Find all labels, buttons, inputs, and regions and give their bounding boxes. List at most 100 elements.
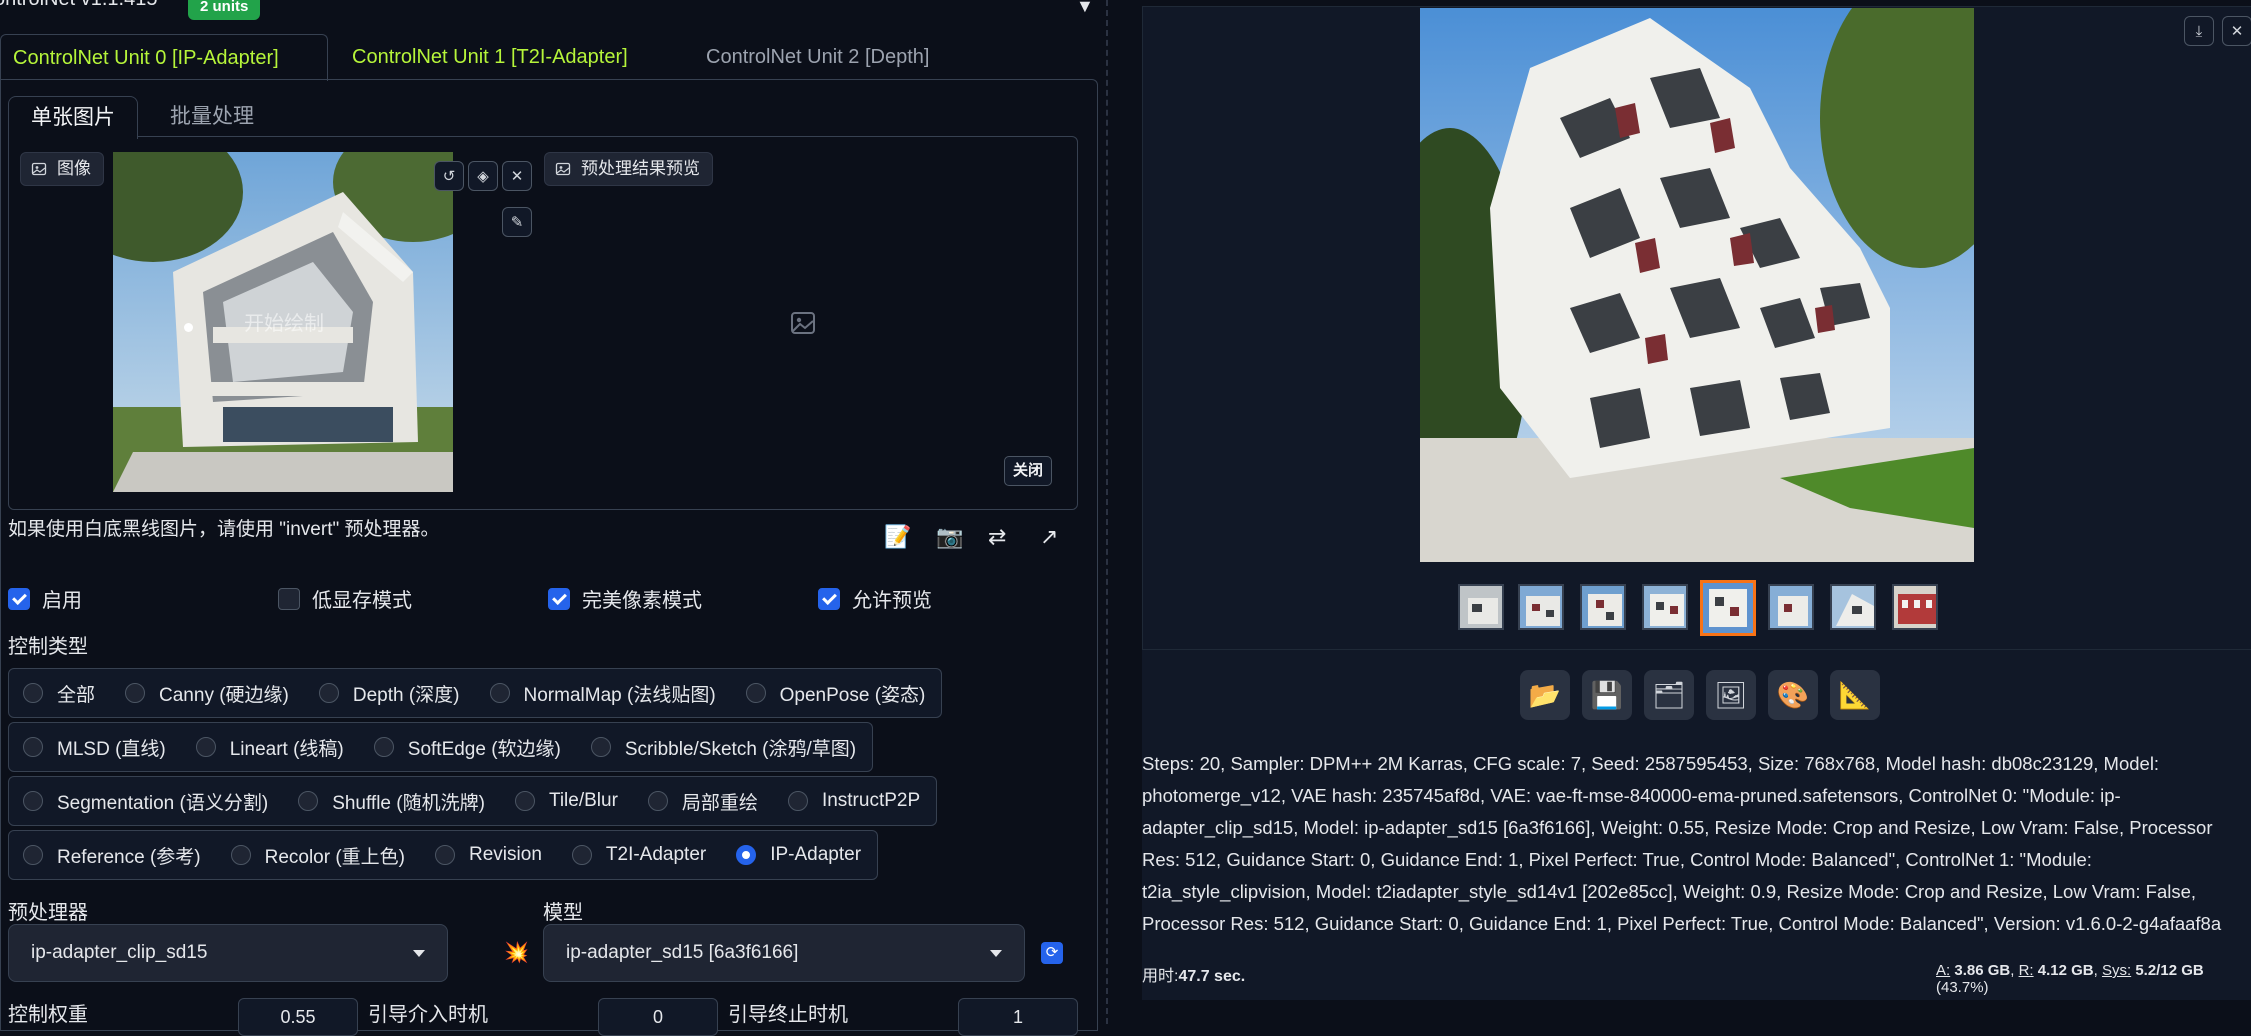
tab-unit-2[interactable]: ControlNet Unit 2 [Depth] <box>694 34 941 80</box>
allow-preview-checkbox[interactable]: 允许预览 <box>818 584 932 613</box>
pixel-perfect-checkbox[interactable]: 完美像素模式 <box>548 584 702 613</box>
radio-softedge[interactable]: SoftEdge (软边缘) <box>359 722 578 772</box>
radio-dot[interactable] <box>435 845 456 865</box>
swap-icon[interactable]: ⇄ <box>988 524 1006 550</box>
control-weight-input[interactable]: 0.55 <box>238 998 358 1036</box>
guidance-start-input[interactable]: 0 <box>598 998 718 1036</box>
radio-ip-adapter[interactable]: IP-Adapter <box>722 830 879 880</box>
radio-dot[interactable] <box>230 845 251 865</box>
radio-inpaint[interactable]: 局部重绘 <box>633 776 775 826</box>
thumbnail[interactable] <box>1768 584 1814 630</box>
radio-shuffle[interactable]: Shuffle (随机洗牌) <box>284 776 502 826</box>
radio-normalmap[interactable]: NormalMap (法线贴图) <box>475 668 733 718</box>
brush-cursor <box>184 323 193 332</box>
send-to-inpaint-icon[interactable]: 🎨 <box>1768 670 1818 720</box>
send-to-img2img-icon[interactable]: 🖼 <box>1706 670 1756 720</box>
radio-dot[interactable] <box>590 737 611 757</box>
control-type-row-2: MLSD (直线) Lineart (线稿) SoftEdge (软边缘) Sc… <box>8 722 874 772</box>
extension-title: ontrolNet v1.1.415 <box>0 0 157 11</box>
run-preprocessor-icon[interactable]: 💥 <box>504 940 529 965</box>
radio-dot[interactable] <box>125 683 146 703</box>
camera-icon[interactable]: 📷 <box>936 524 963 550</box>
tab-single-image[interactable]: 单张图片 <box>8 96 138 139</box>
radio-dot[interactable] <box>489 683 510 703</box>
checkbox-box[interactable] <box>278 587 300 610</box>
chevron-down-icon <box>990 949 1002 957</box>
radio-instructp2p[interactable]: InstructP2P <box>773 776 938 826</box>
thumbnail[interactable] <box>1642 584 1688 630</box>
radio-dot[interactable] <box>318 683 339 703</box>
checkbox-box[interactable] <box>818 587 840 610</box>
radio-openpose[interactable]: OpenPose (姿态) <box>731 668 943 718</box>
image-icon <box>31 162 47 176</box>
preview-label: 预处理结果预览 <box>581 159 700 178</box>
radio-label: Canny (硬边缘) <box>159 684 289 706</box>
checkbox-label: 允许预览 <box>852 590 932 612</box>
radio-label: Reference (参考) <box>57 846 201 868</box>
radio-label: T2I-Adapter <box>605 844 707 865</box>
collapse-arrow-icon[interactable]: ▼ <box>1076 0 1094 17</box>
enable-checkbox[interactable]: 启用 <box>8 584 82 613</box>
radio-reference[interactable]: Reference (参考) <box>8 830 218 880</box>
brush-icon[interactable]: ✎ <box>502 207 532 237</box>
tab-unit-1[interactable]: ControlNet Unit 1 [T2I-Adapter] <box>340 34 640 80</box>
send-to-extras-icon[interactable]: 📐 <box>1830 670 1880 720</box>
radio-revision[interactable]: Revision <box>421 830 559 880</box>
output-image[interactable] <box>1420 8 1974 562</box>
new-canvas-icon[interactable]: 📝 <box>884 524 911 550</box>
low-vram-checkbox[interactable]: 低显存模式 <box>278 584 412 613</box>
download-icon[interactable]: ⤓ <box>2184 16 2214 46</box>
guidance-end-input[interactable]: 1 <box>958 998 1078 1036</box>
thumbnail[interactable] <box>1830 584 1876 630</box>
radio-dot[interactable] <box>373 737 394 757</box>
thumbnail-selected[interactable] <box>1700 580 1756 636</box>
undo-icon[interactable]: ↺ <box>434 161 464 191</box>
radio-scribble[interactable]: Scribble/Sketch (涂鸦/草图) <box>576 722 874 772</box>
radio-dot[interactable] <box>514 791 535 811</box>
close-icon[interactable]: ✕ <box>502 161 532 191</box>
radio-all[interactable]: 全部 <box>8 668 113 718</box>
preprocessor-select[interactable]: ip-adapter_clip_sd15 <box>8 924 448 982</box>
checkbox-box[interactable] <box>8 587 30 610</box>
radio-dot[interactable] <box>23 791 43 811</box>
open-folder-icon[interactable]: 📂 <box>1520 670 1570 720</box>
thumbnail[interactable] <box>1892 584 1938 630</box>
radio-dot[interactable] <box>745 683 766 703</box>
radio-dot[interactable] <box>23 845 43 865</box>
radio-dot[interactable] <box>195 737 216 757</box>
save-icon[interactable]: 💾 <box>1582 670 1632 720</box>
zip-icon[interactable]: 🗂 <box>1644 670 1694 720</box>
radio-label: Tile/Blur <box>548 790 618 811</box>
radio-recolor[interactable]: Recolor (重上色) <box>216 830 423 880</box>
thumbnail[interactable] <box>1580 584 1626 630</box>
radio-depth[interactable]: Depth (深度) <box>304 668 477 718</box>
radio-dot[interactable] <box>298 791 319 811</box>
radio-lineart[interactable]: Lineart (线稿) <box>181 722 361 772</box>
close-icon[interactable]: ✕ <box>2222 16 2251 46</box>
radio-mlsd[interactable]: MLSD (直线) <box>8 722 183 772</box>
radio-t2i-adapter[interactable]: T2I-Adapter <box>557 830 724 880</box>
radio-dot[interactable] <box>647 791 668 811</box>
tab-batch[interactable]: 批量处理 <box>148 96 276 138</box>
radio-dot-selected[interactable] <box>736 845 757 865</box>
radio-canny[interactable]: Canny (硬边缘) <box>111 668 306 718</box>
radio-tile-blur[interactable]: Tile/Blur <box>500 776 635 826</box>
image-label-chip: 图像 <box>20 152 104 186</box>
refresh-icon[interactable]: ⟳ <box>1041 942 1063 964</box>
image-icon <box>555 162 571 176</box>
radio-label: Lineart (线稿) <box>229 738 344 760</box>
radio-dot[interactable] <box>571 845 592 865</box>
thumbnail[interactable] <box>1518 584 1564 630</box>
radio-dot[interactable] <box>23 737 43 757</box>
send-dimensions-icon[interactable]: ↗ <box>1040 524 1058 550</box>
checkbox-box[interactable] <box>548 587 570 610</box>
model-select[interactable]: ip-adapter_sd15 [6a3f6166] <box>543 924 1025 982</box>
radio-segmentation[interactable]: Segmentation (语义分割) <box>8 776 286 826</box>
radio-dot[interactable] <box>23 683 43 703</box>
control-weight-label: 控制权重 <box>8 1004 88 1026</box>
thumbnail[interactable] <box>1458 584 1504 630</box>
tab-unit-0[interactable]: ControlNet Unit 0 [IP-Adapter] <box>0 34 328 81</box>
radio-dot[interactable] <box>787 791 808 811</box>
eraser-icon[interactable]: ◈ <box>468 161 498 191</box>
close-preview-button[interactable]: 关闭 <box>1004 456 1053 486</box>
